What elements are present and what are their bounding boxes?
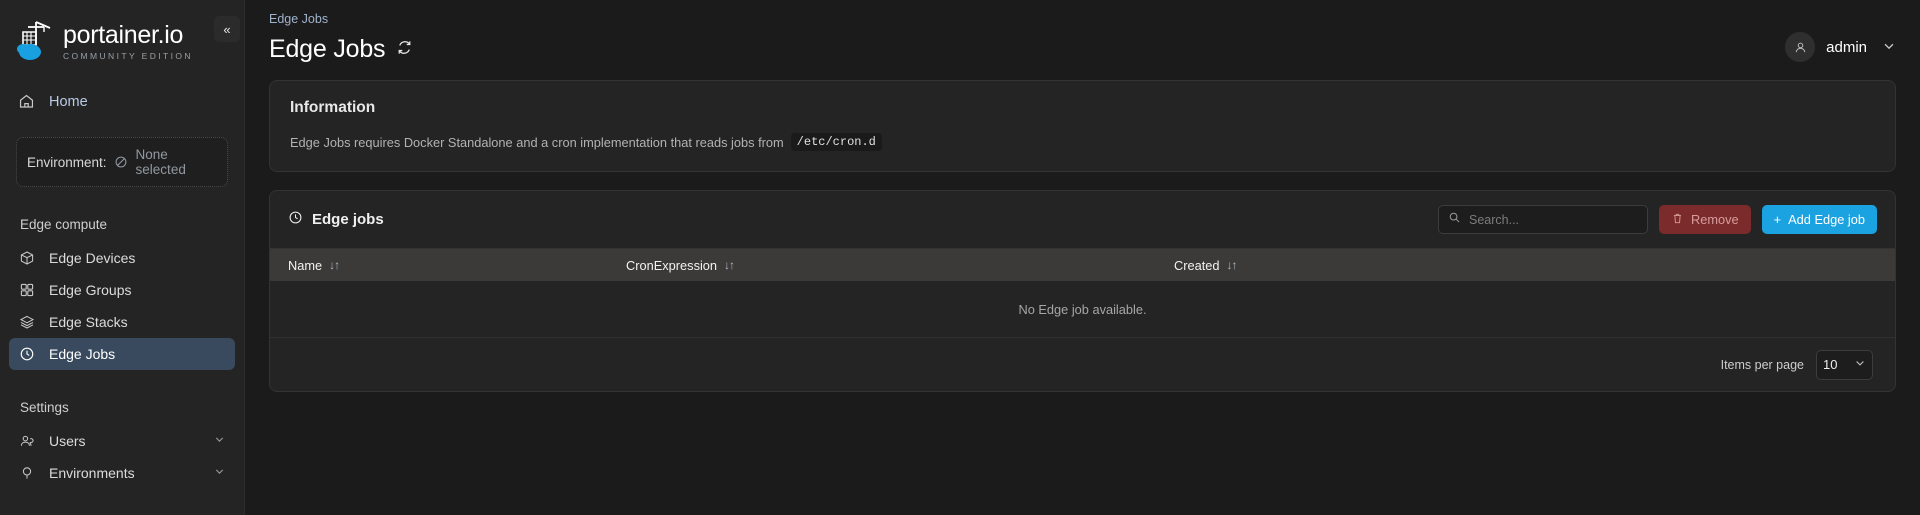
chevron-down-icon xyxy=(213,465,226,481)
clock-icon xyxy=(288,210,303,230)
sidebar-item-edge-stacks[interactable]: Edge Stacks xyxy=(9,306,235,338)
environment-selector[interactable]: Environment: None selected xyxy=(16,137,228,187)
chevron-down-icon xyxy=(213,433,226,449)
sidebar-item-edge-groups[interactable]: Edge Groups xyxy=(9,274,235,306)
edge-jobs-title: Edge jobs xyxy=(312,211,384,228)
edge-jobs-table-card: Edge jobs Search... Remove + Add Edge jo… xyxy=(269,190,1896,392)
empty-state-message: No Edge job available. xyxy=(270,281,1895,338)
environment-label: Environment: xyxy=(27,154,107,170)
information-text: Edge Jobs requires Docker Standalone and… xyxy=(290,134,784,150)
column-header-created[interactable]: Created ↓↑ xyxy=(1174,258,1877,273)
plug-icon xyxy=(18,465,35,482)
remove-button-label: Remove xyxy=(1691,212,1739,227)
user-menu[interactable]: admin xyxy=(1785,32,1896,62)
sidebar-item-home[interactable]: Home xyxy=(10,86,234,117)
search-input[interactable] xyxy=(1469,212,1638,227)
sort-icon[interactable]: ↓↑ xyxy=(329,258,340,272)
add-edge-job-label: Add Edge job xyxy=(1788,212,1865,227)
items-per-page-label: Items per page xyxy=(1720,357,1804,372)
sidebar-item-edge-jobs-label: Edge Jobs xyxy=(49,346,116,362)
content-area: Information Edge Jobs requires Docker St… xyxy=(245,80,1920,392)
table-footer: Items per page 10 xyxy=(270,338,1895,391)
column-header-name-label: Name xyxy=(288,257,323,273)
environment-value: None selected xyxy=(135,147,186,177)
cron-path-code: /etc/cron.d xyxy=(790,133,882,151)
main-content: « Edge Jobs Edge Jobs admin Information … xyxy=(214,0,1920,515)
logo-title: portainer.io xyxy=(63,20,184,49)
items-per-page-select[interactable]: 10 xyxy=(1816,349,1873,380)
information-panel: Information Edge Jobs requires Docker St… xyxy=(269,80,1896,172)
edge-jobs-title-group: Edge jobs xyxy=(288,210,384,230)
clock-icon xyxy=(18,346,35,363)
sort-icon[interactable]: ↓↑ xyxy=(1227,258,1238,272)
sidebar-item-environments[interactable]: Environments xyxy=(9,457,235,489)
sidebar-item-edge-devices-label: Edge Devices xyxy=(49,250,136,266)
sidebar-item-home-label: Home xyxy=(49,93,88,110)
logo[interactable]: portainer.io COMMUNITY EDITION xyxy=(0,0,244,66)
items-per-page-value: 10 xyxy=(1823,357,1838,372)
edge-jobs-toolbar: Edge jobs Search... Remove + Add Edge jo… xyxy=(270,191,1895,248)
users-icon xyxy=(18,433,35,450)
sidebar-item-environments-label: Environments xyxy=(49,465,135,481)
topbar: « Edge Jobs Edge Jobs admin xyxy=(214,0,1920,80)
sidebar-item-users[interactable]: Users xyxy=(9,425,235,457)
column-header-name[interactable]: Name ↓↑ xyxy=(288,258,626,273)
sidebar-item-edge-devices[interactable]: Edge Devices xyxy=(9,242,235,274)
plus-icon: + xyxy=(1773,212,1782,227)
sidebar-item-users-label: Users xyxy=(49,433,86,449)
remove-button[interactable]: Remove xyxy=(1659,205,1751,234)
information-title: Information xyxy=(290,99,376,116)
sidebar-item-edge-jobs[interactable]: Edge Jobs xyxy=(9,338,235,370)
trash-icon xyxy=(1671,212,1684,228)
logo-subtitle: COMMUNITY EDITION xyxy=(63,50,193,61)
search-box[interactable] xyxy=(1438,205,1648,234)
layers-icon xyxy=(18,314,35,331)
search-icon xyxy=(1448,211,1461,229)
portainer-logo-icon xyxy=(14,18,56,64)
sidebar-collapse-button[interactable]: « xyxy=(214,16,240,42)
app-root: portainer.io COMMUNITY EDITION Home Envi… xyxy=(0,0,1920,515)
sidebar: portainer.io COMMUNITY EDITION Home Envi… xyxy=(0,0,245,515)
grid-icon xyxy=(18,282,35,299)
none-selected-icon xyxy=(113,154,130,171)
username-label: admin xyxy=(1826,38,1867,56)
information-text-row: Edge Jobs requires Docker Standalone and… xyxy=(290,133,1875,151)
sidebar-item-edge-groups-label: Edge Groups xyxy=(49,282,132,298)
chevron-down-icon[interactable] xyxy=(1882,39,1896,56)
add-edge-job-button[interactable]: + Add Edge job xyxy=(1761,205,1877,234)
sort-icon[interactable]: ↓↑ xyxy=(724,258,735,272)
table-header-row: Name ↓↑ CronExpression ↓↑ Created ↓↑ xyxy=(270,248,1895,281)
sidebar-section-settings: Settings xyxy=(20,400,69,415)
cube-icon xyxy=(18,250,35,267)
column-header-cronexpression-label: CronExpression xyxy=(626,257,718,273)
avatar xyxy=(1785,32,1816,62)
sidebar-section-edge-compute: Edge compute xyxy=(20,217,108,232)
breadcrumb[interactable]: Edge Jobs xyxy=(269,12,1896,26)
column-header-cronexpression[interactable]: CronExpression ↓↑ xyxy=(626,258,1174,273)
chevron-down-icon xyxy=(1854,357,1866,372)
column-header-created-label: Created xyxy=(1174,257,1220,273)
home-icon xyxy=(18,93,35,110)
sidebar-item-edge-stacks-label: Edge Stacks xyxy=(49,314,128,330)
page-title: Edge Jobs xyxy=(269,35,386,63)
refresh-icon[interactable] xyxy=(396,39,413,61)
